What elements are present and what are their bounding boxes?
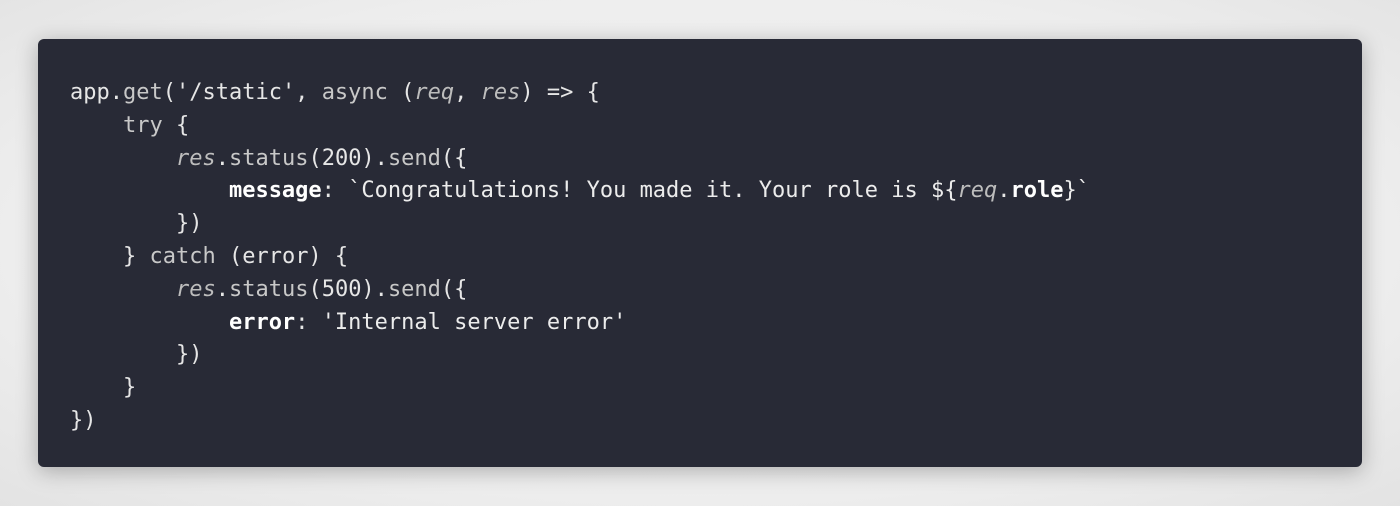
code-block[interactable]: app.get('/static', async (req, res) => {… xyxy=(70,77,1090,438)
code-token-keyword: try xyxy=(122,112,163,138)
code-token-default: }) xyxy=(175,342,203,368)
code-line: app.get('/static', async (req, res) => { xyxy=(70,77,1090,110)
code-line: } catch (error) { xyxy=(70,241,1090,274)
code-token-default: ('/static', xyxy=(162,80,322,105)
code-line: try { xyxy=(70,110,1090,143)
code-token-default: (500). xyxy=(308,276,388,302)
code-token-parameter: res xyxy=(480,80,521,105)
code-line: error: 'Internal server error' xyxy=(70,307,1090,340)
code-token-default: . xyxy=(997,178,1011,204)
code-token-string: }` xyxy=(1063,178,1090,204)
code-line: message: `Congratulations! You made it. … xyxy=(70,175,1090,208)
code-token-method: status xyxy=(228,145,309,171)
code-token-parameter: res xyxy=(175,276,216,302)
code-token-default: app. xyxy=(70,80,123,105)
code-token-property: message xyxy=(228,178,322,204)
code-token-default: : xyxy=(295,309,322,335)
code-token-default: : xyxy=(321,178,349,204)
code-block-card: app.get('/static', async (req, res) => {… xyxy=(38,39,1362,467)
code-token-parameter: req xyxy=(957,178,998,204)
code-line: res.status(200).send({ xyxy=(70,143,1090,176)
code-token-default: } xyxy=(122,243,150,269)
code-token-string: 'Internal server error' xyxy=(321,309,627,335)
code-token-default: . xyxy=(215,145,229,171)
code-token-parameter: req xyxy=(414,80,455,105)
code-token-method: send xyxy=(387,145,441,171)
code-token-parameter: res xyxy=(175,145,216,171)
code-token-default: }) xyxy=(175,211,203,237)
code-line: res.status(500).send({ xyxy=(70,274,1090,307)
code-token-property: error xyxy=(228,309,296,335)
code-line: } xyxy=(70,372,1090,405)
code-token-string: `Congratulations! You made it. Your role… xyxy=(348,178,958,204)
code-token-default: (error) { xyxy=(215,243,349,269)
code-token-method: get xyxy=(122,80,163,105)
code-token-default: } xyxy=(122,375,137,401)
code-token-method: status xyxy=(228,276,309,302)
code-line: }) xyxy=(70,405,1090,438)
code-token-default: ({ xyxy=(440,145,468,171)
code-token-default: (200). xyxy=(308,145,388,171)
code-token-default: ) => { xyxy=(520,80,600,105)
code-token-keyword: async xyxy=(321,80,388,105)
code-token-property: role xyxy=(1010,178,1064,204)
code-token-default: , xyxy=(454,80,481,105)
code-token-default: }) xyxy=(70,407,97,433)
code-token-default: ({ xyxy=(440,276,468,302)
code-line: }) xyxy=(70,339,1090,372)
code-token-method: send xyxy=(387,276,441,302)
code-line: }) xyxy=(70,208,1090,241)
code-token-default: ( xyxy=(387,80,415,105)
code-token-keyword: catch xyxy=(149,243,216,269)
code-token-default: { xyxy=(162,112,190,138)
code-token-default: . xyxy=(215,276,229,302)
